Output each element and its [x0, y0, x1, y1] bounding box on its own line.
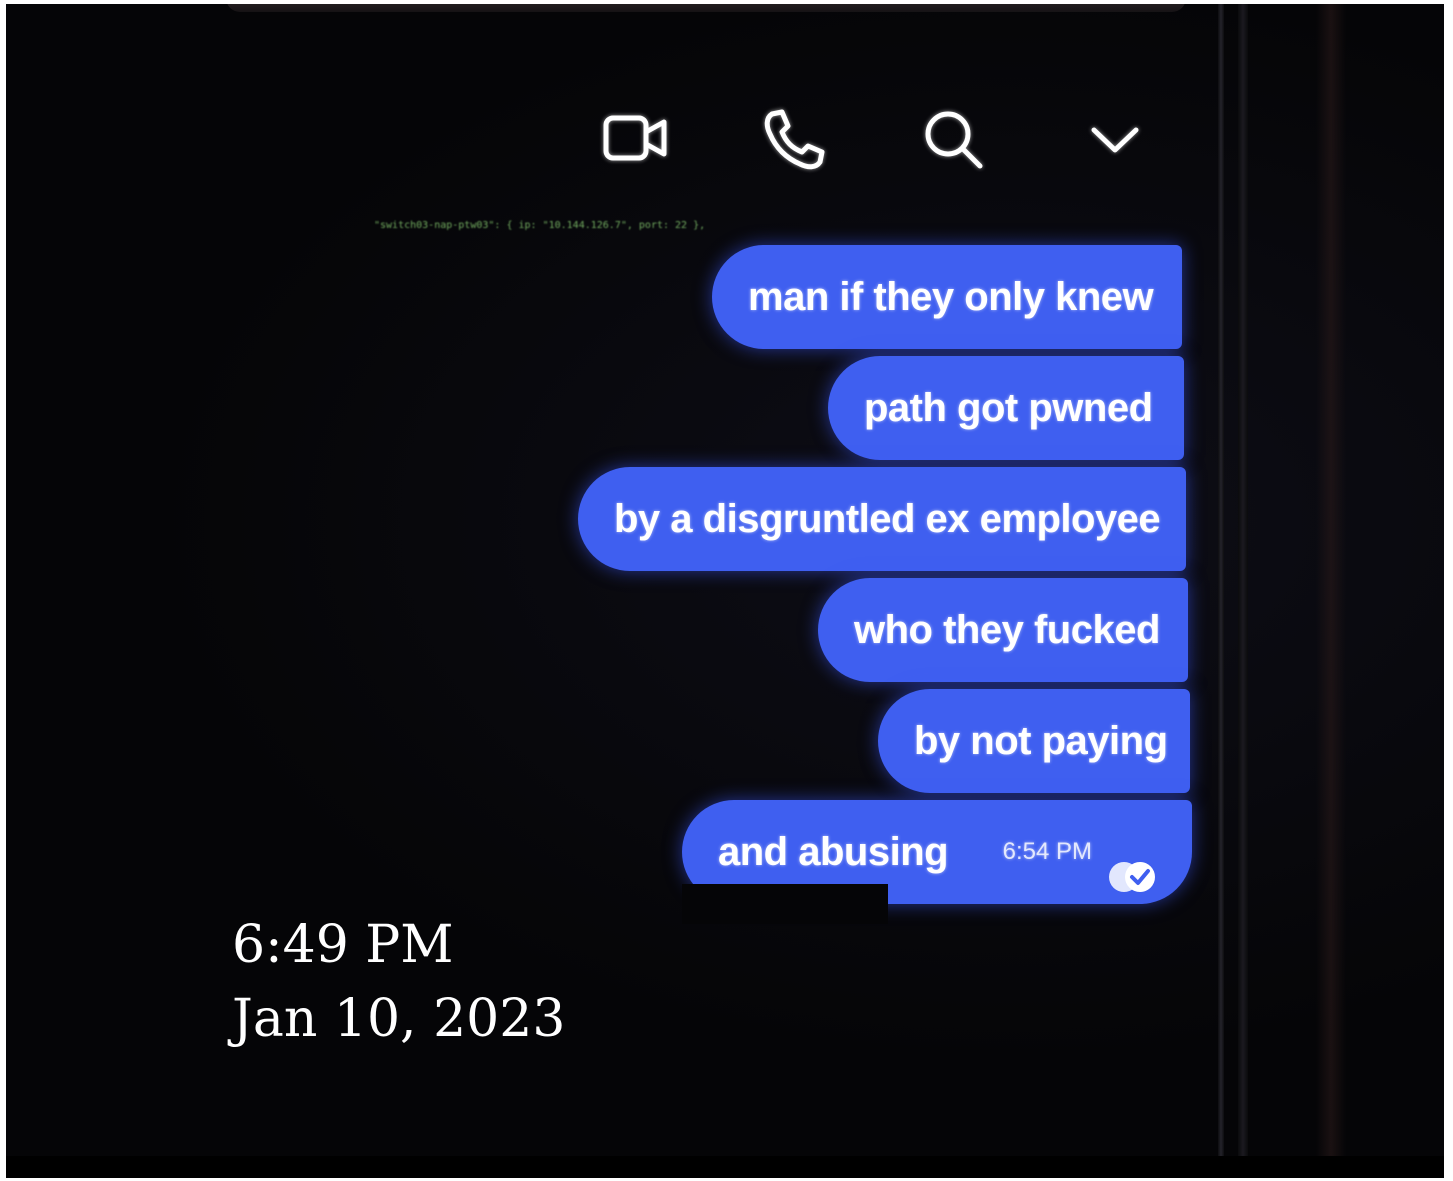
caption-backdrop — [682, 884, 888, 924]
message-bubble[interactable]: who they fucked — [818, 578, 1188, 682]
caption-time: 6:49 PM — [232, 915, 454, 975]
message-meta: 6:54 PM — [1003, 800, 1158, 904]
message-bubble[interactable]: path got pwned — [828, 356, 1184, 460]
read-receipt-icon — [1106, 832, 1158, 892]
message-bubble[interactable]: by a disgruntled ex employee — [578, 467, 1186, 571]
message-text: and abusing — [718, 830, 949, 874]
message-timestamp: 6:54 PM — [1002, 838, 1092, 865]
message-bubble[interactable]: man if they only knew — [712, 245, 1182, 349]
video-caption: 6:49 PM Jan 10, 2023 — [232, 908, 565, 1056]
caption-date: Jan 10, 2023 — [232, 989, 566, 1049]
bottom-letterbox — [6, 1156, 1444, 1178]
photo-frame: "switch03-nap-ptw03": { ip: "10.144.126.… — [6, 4, 1444, 1156]
message-bubble[interactable]: by not paying — [878, 689, 1190, 793]
message-thread: man if they only knew path got pwned by … — [6, 4, 1444, 1156]
